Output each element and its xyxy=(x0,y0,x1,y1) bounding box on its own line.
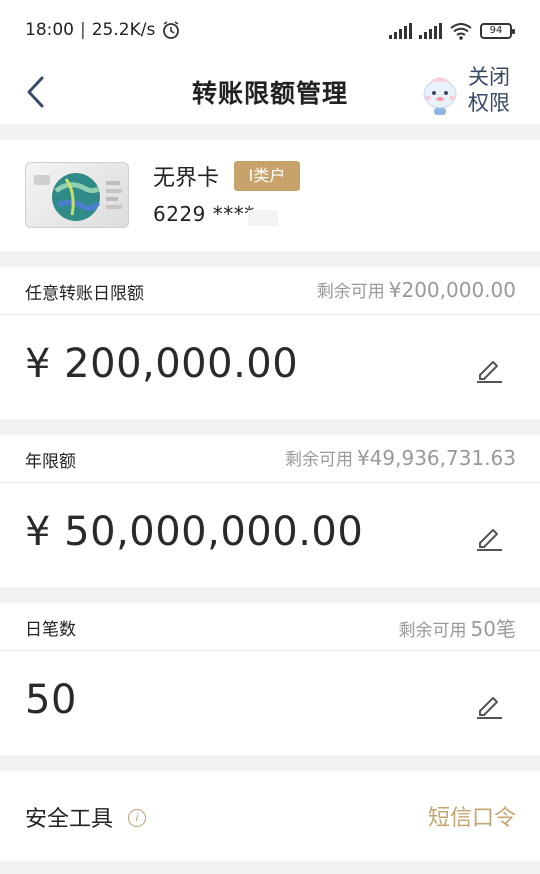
signal-icon xyxy=(419,23,442,39)
close-permission-line1: 关闭 xyxy=(468,65,510,89)
limit-remaining: 剩余可用 ¥49,936,731.63 xyxy=(285,445,516,470)
status-time: 18:00 xyxy=(25,20,74,40)
status-left: 18:00 | 25.2K/s xyxy=(25,20,181,40)
sms-code-link[interactable]: 短信口令 xyxy=(428,800,516,832)
signal-icon xyxy=(389,23,412,39)
close-permission-button[interactable]: 关闭 权限 xyxy=(468,64,522,116)
limit-label: 任意转账日限额 xyxy=(25,284,144,304)
remaining-value: ¥200,000.00 xyxy=(388,278,516,302)
limit-label: 日笔数 xyxy=(25,620,76,640)
edit-icon[interactable] xyxy=(474,690,504,720)
close-permission-line2: 权限 xyxy=(468,91,510,115)
limit-header: 日笔数 剩余可用 50笔 xyxy=(0,603,540,651)
remaining-prefix: 剩余可用 xyxy=(316,282,385,302)
wifi-icon xyxy=(450,23,472,40)
card-image xyxy=(25,162,129,228)
annual-limit: 年限额 剩余可用 ¥49,936,731.63 ¥ 50,000,000.00 xyxy=(0,435,540,587)
limit-label: 年限额 xyxy=(25,452,76,472)
card-number-mask xyxy=(248,210,278,226)
limit-remaining: 剩余可用 ¥200,000.00 xyxy=(317,277,516,302)
remaining-value: ¥49,936,731.63 xyxy=(356,446,516,470)
card-number: 6229 **** xyxy=(153,202,255,226)
nav-bar: 转账限额管理 关闭 权限 xyxy=(0,62,540,124)
limit-remaining: 剩余可用 50笔 xyxy=(399,613,516,642)
daily-count-limit: 日笔数 剩余可用 50笔 50 xyxy=(0,603,540,755)
status-bar: 18:00 | 25.2K/s 94 xyxy=(0,0,540,62)
daily-transfer-limit: 任意转账日限额 剩余可用 ¥200,000.00 ¥ 200,000.00 xyxy=(0,267,540,419)
remaining-value: 50笔 xyxy=(470,617,516,641)
edit-icon[interactable] xyxy=(474,522,504,552)
limit-header: 年限额 剩余可用 ¥49,936,731.63 xyxy=(0,435,540,483)
limit-value: ¥ 200,000.00 xyxy=(25,341,299,387)
edit-icon[interactable] xyxy=(474,354,504,384)
alarm-icon xyxy=(163,21,180,39)
status-separator: | xyxy=(80,20,86,40)
battery-icon: 94 xyxy=(480,23,515,39)
status-speed: 25.2K/s xyxy=(91,20,156,40)
limit-header: 任意转账日限额 剩余可用 ¥200,000.00 xyxy=(0,267,540,315)
remaining-prefix: 剩余可用 xyxy=(398,621,467,641)
card-name: 无界卡 xyxy=(153,166,220,191)
info-icon[interactable]: i xyxy=(128,809,146,827)
limit-value: 50 xyxy=(25,677,77,723)
mascot-icon xyxy=(423,77,457,115)
status-right: 94 xyxy=(389,22,515,40)
card-globe-icon xyxy=(34,173,122,221)
card-info[interactable]: 无界卡 I类户 6229 **** xyxy=(0,140,540,251)
limit-value: ¥ 50,000,000.00 xyxy=(25,509,364,555)
remaining-prefix: 剩余可用 xyxy=(284,450,353,470)
card-type-badge: I类户 xyxy=(234,161,300,191)
security-tool-label: 安全工具 xyxy=(25,807,114,832)
security-tool-row[interactable]: 安全工具 i 短信口令 xyxy=(0,771,540,861)
